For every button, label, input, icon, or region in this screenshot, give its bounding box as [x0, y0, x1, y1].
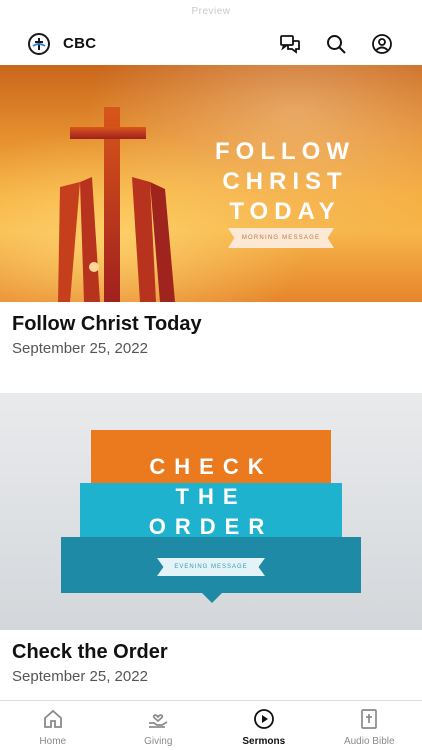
- artwork-ribbon: MORNING MESSAGE: [228, 228, 334, 248]
- play-circle-icon: [253, 709, 274, 729]
- artwork-title-line: THE: [175, 484, 247, 509]
- tab-label: Audio Bible: [343, 736, 395, 747]
- profile-icon[interactable]: [370, 32, 394, 56]
- church-logo-icon: [28, 32, 50, 55]
- tab-home[interactable]: Home: [0, 701, 106, 750]
- sermon-title[interactable]: Check the Order: [0, 630, 422, 664]
- chat-icon[interactable]: [278, 32, 302, 56]
- sermon-artwork[interactable]: FOLLOW CHRIST TODAY MORNING MESSAGE: [0, 65, 422, 302]
- giving-hand-heart-icon: [149, 714, 168, 728]
- sermon-title[interactable]: Follow Christ Today: [0, 302, 422, 336]
- status-bar: Preview: [191, 6, 231, 17]
- app-header: CBC: [0, 22, 422, 65]
- artwork-block-pointer: [202, 593, 222, 603]
- tab-audio-bible[interactable]: Audio Bible: [317, 701, 422, 750]
- tab-label: Giving: [144, 736, 173, 747]
- brand-name: CBC: [63, 35, 97, 52]
- tab-label: Sermons: [242, 736, 286, 747]
- artwork-ribbon: EVENING MESSAGE: [157, 558, 265, 576]
- artwork-title-line: CHECK: [149, 454, 273, 479]
- sermon-artwork[interactable]: CHECK THE ORDER EVENING MESSAGE: [0, 393, 422, 630]
- bible-icon: [361, 709, 378, 729]
- sermon-card[interactable]: FOLLOW CHRIST TODAY MORNING MESSAGE Foll…: [0, 65, 422, 357]
- tab-giving[interactable]: Giving: [106, 701, 212, 750]
- tab-sermons[interactable]: Sermons: [211, 701, 317, 750]
- bottom-tab-bar: Home Giving Sermons Audio Bible: [0, 700, 422, 750]
- artwork-title: FOLLOW CHRIST TODAY: [215, 138, 355, 225]
- search-icon[interactable]: [324, 32, 348, 56]
- home-icon: [43, 709, 62, 728]
- tab-label: Home: [39, 736, 67, 747]
- sermon-date: September 25, 2022: [12, 340, 148, 357]
- artwork-title-line: ORDER: [148, 514, 274, 539]
- sermon-date: September 25, 2022: [12, 668, 148, 685]
- sermon-card[interactable]: CHECK THE ORDER EVENING MESSAGE Check th…: [0, 393, 422, 685]
- crosses-illustration: [58, 107, 175, 302]
